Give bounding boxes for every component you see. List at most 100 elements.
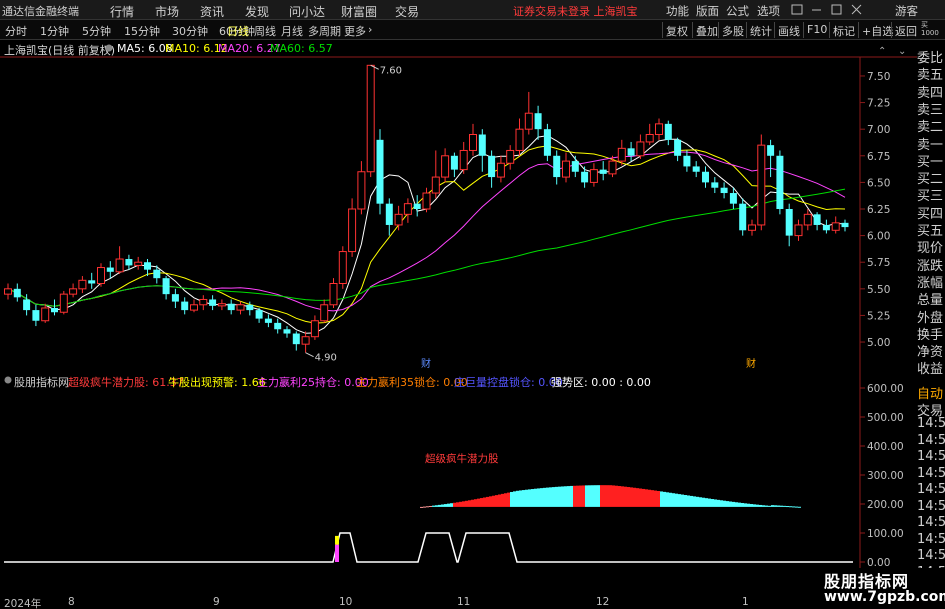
histogram-bar [465, 500, 468, 507]
multi-stock-button[interactable]: 多股 [718, 22, 747, 38]
histogram-bar [558, 486, 561, 507]
menu-formula[interactable]: 公式 [726, 3, 749, 19]
histogram-bar [609, 485, 612, 507]
candle [283, 326, 291, 338]
date-label: 10 [339, 596, 353, 608]
side-tab[interactable]: 买二 [917, 168, 945, 187]
candle-body [153, 269, 161, 279]
tab-monthly[interactable]: 月线 [281, 23, 303, 39]
candlestick-chart[interactable]: 7.50 7.25 7.00 6.75 6.50 6.25 6.00 5.75 5.50 5.25… [0, 40, 917, 370]
menu-trade[interactable]: 交易 [395, 3, 419, 20]
overlay-button[interactable]: 叠加 [692, 22, 721, 38]
tab-more[interactable]: 更多 [344, 23, 366, 39]
candle-body [581, 171, 589, 183]
candle-body [97, 267, 105, 285]
candle-body [292, 333, 300, 345]
candle [4, 283, 12, 300]
histogram-bar [696, 496, 699, 507]
candle-body [674, 139, 682, 156]
side-tab[interactable]: 卖二 [917, 116, 945, 135]
adjust-button[interactable]: 复权 [662, 22, 691, 38]
side-tab[interactable]: 买一 [917, 151, 945, 170]
date-label: 12 [596, 596, 610, 608]
tab-15min[interactable]: 15分钟 [124, 23, 160, 39]
histogram-bar [738, 502, 741, 507]
side-tab[interactable]: 净资 [917, 341, 945, 360]
back-button[interactable]: 返回 [891, 22, 920, 38]
side-tab[interactable]: 涨幅 [917, 272, 945, 291]
stats-button[interactable]: 统计 [746, 22, 775, 38]
high-price-label: 7.60 [380, 65, 402, 76]
menu-function[interactable]: 功能 [666, 3, 689, 19]
tab-30min[interactable]: 30分钟 [172, 23, 208, 39]
tab-5min[interactable]: 5分钟 [82, 23, 111, 39]
candle-body [767, 145, 775, 156]
histogram-bar [678, 494, 681, 507]
side-tab[interactable]: 卖三 [917, 99, 945, 118]
candle [181, 297, 189, 315]
menu-news[interactable]: 资讯 [200, 3, 224, 20]
candle-body [459, 149, 468, 171]
tab-daily[interactable]: 日线 [227, 23, 249, 39]
menu-wealth[interactable]: 财富圈 [341, 3, 377, 20]
side-tab[interactable]: 外盘 [917, 307, 945, 326]
side-tab[interactable]: 总量 [917, 289, 945, 308]
finance-marker: 财 [421, 357, 431, 370]
menu-layout[interactable]: 版面 [696, 3, 719, 19]
f10-button[interactable]: F10 [803, 22, 830, 38]
candle-body [441, 155, 450, 178]
tick-time-label: 14:5 [917, 482, 945, 497]
candle-body [134, 261, 143, 266]
histogram-bar [504, 493, 507, 507]
side-tab[interactable]: 买四 [917, 203, 945, 222]
candle-body [413, 203, 421, 209]
side-tab[interactable]: 涨跌 [917, 255, 945, 274]
side-tab[interactable]: 买三 [917, 185, 945, 204]
candle-body [274, 322, 282, 330]
candle-body [589, 169, 598, 183]
candle-body [376, 139, 384, 204]
tab-1min[interactable]: 1分钟 [40, 23, 69, 39]
side-tab[interactable]: 卖一 [917, 134, 945, 153]
candle-body [199, 298, 208, 306]
side-tab[interactable]: 买五 [917, 220, 945, 239]
scroll-down-icon[interactable]: ⌄ [898, 46, 906, 57]
menu-options[interactable]: 选项 [757, 3, 780, 19]
candle-body [803, 213, 812, 226]
mark-button[interactable]: 标记 [829, 22, 858, 38]
candle [702, 166, 709, 188]
menu-ask[interactable]: 问小达 [289, 3, 325, 20]
candle [125, 254, 133, 270]
candle-body [431, 176, 440, 194]
histogram-bar [555, 486, 558, 507]
side-tab[interactable]: 委比 [917, 47, 945, 66]
scroll-up-icon[interactable]: ⌃ [878, 46, 886, 57]
side-tab[interactable]: 换手 [917, 324, 945, 343]
histogram-bar [423, 506, 426, 508]
menu-quotes[interactable]: 行情 [110, 3, 134, 20]
date-label: 2024年 [4, 598, 42, 609]
tab-intraday[interactable]: 分时 [5, 23, 27, 39]
candle [543, 123, 551, 162]
menu-discover[interactable]: 发现 [245, 3, 269, 20]
candle [441, 148, 450, 183]
side-tab[interactable]: 收益 [917, 358, 945, 377]
indicator-chart[interactable]: 600.00500.00400.00300.00200.00100.000.00… [0, 370, 917, 596]
layout-icon [791, 4, 803, 15]
candle-body [283, 329, 291, 334]
draw-line-button[interactable]: 画线 [774, 22, 803, 38]
candle [674, 137, 682, 162]
tab-multi-period[interactable]: 多周期 [308, 23, 341, 39]
side-tab[interactable]: 卖四 [917, 82, 945, 101]
candle-body [739, 203, 747, 231]
chevron-right-icon[interactable]: › [368, 23, 372, 36]
candle-body [794, 224, 803, 237]
side-tab[interactable]: 现价 [917, 237, 945, 256]
menu-market[interactable]: 市场 [155, 3, 179, 20]
candle-body [171, 294, 179, 302]
candle [292, 331, 300, 351]
guest-login[interactable]: 游客 [895, 3, 918, 19]
histogram-bar [771, 505, 774, 507]
tab-weekly[interactable]: 周线 [254, 23, 276, 39]
side-tab[interactable]: 卖五 [917, 64, 945, 83]
